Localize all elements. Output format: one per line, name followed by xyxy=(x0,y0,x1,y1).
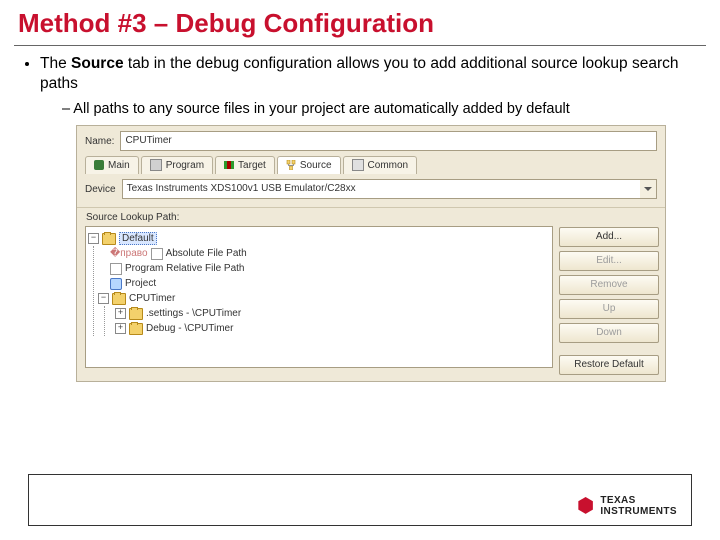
tab-program[interactable]: Program xyxy=(141,156,213,174)
tab-bar: Main Program Target Source Common xyxy=(77,156,665,174)
footer-box: ⬢ TEXAS INSTRUMENTS xyxy=(28,474,692,526)
tree-node-rel[interactable]: Program Relative File Path xyxy=(94,261,550,276)
lookup-path-label: Source Lookup Path: xyxy=(85,212,553,226)
tree-node-abs[interactable]: �право Absolute File Path xyxy=(94,246,550,261)
remove-button[interactable]: Remove xyxy=(559,275,659,295)
restore-default-button[interactable]: Restore Default xyxy=(559,355,659,375)
chevron-down-icon[interactable] xyxy=(640,179,657,199)
tree-node-project[interactable]: Project xyxy=(94,276,550,291)
expander-icon[interactable]: − xyxy=(98,293,109,304)
name-label: Name: xyxy=(85,136,114,147)
tab-common-label: Common xyxy=(368,160,409,171)
common-icon xyxy=(352,159,364,171)
folder-icon xyxy=(129,323,143,335)
tab-target-label: Target xyxy=(238,160,266,171)
folder-icon xyxy=(112,293,126,305)
expander-icon[interactable]: + xyxy=(115,323,126,334)
tab-target[interactable]: Target xyxy=(215,156,275,174)
folder-icon xyxy=(102,233,116,245)
bullet1-pre: The xyxy=(40,55,71,72)
expander-icon[interactable]: − xyxy=(88,233,99,244)
ti-brand-1: TEXAS xyxy=(600,495,677,506)
main-icon xyxy=(94,160,104,170)
bullet1-bold: Source xyxy=(71,55,124,72)
add-button[interactable]: Add... xyxy=(559,227,659,247)
debug-config-dialog: Name: CPUTimer Main Program Target Sourc… xyxy=(76,125,666,382)
tab-source-label: Source xyxy=(300,160,332,171)
edit-button[interactable]: Edit... xyxy=(559,251,659,271)
source-lookup-tree[interactable]: − Default �право Absolute File Path Prog… xyxy=(85,226,553,368)
expander-icon[interactable]: + xyxy=(115,308,126,319)
title-rule xyxy=(14,45,706,46)
tree-node-cputimer[interactable]: − CPUTimer xyxy=(94,291,550,306)
tab-main-label: Main xyxy=(108,160,130,171)
up-button[interactable]: Up xyxy=(559,299,659,319)
tree-label-settings: .settings - \CPUTimer xyxy=(146,308,241,319)
device-label: Device xyxy=(85,184,116,195)
tree-label-cputimer: CPUTimer xyxy=(129,293,175,304)
device-value: Texas Instruments XDS100v1 USB Emulator/… xyxy=(122,179,640,199)
ti-brand-2: INSTRUMENTS xyxy=(600,506,677,517)
tab-main[interactable]: Main xyxy=(85,156,139,174)
source-icon xyxy=(286,160,296,170)
button-column: Add... Edit... Remove Up Down Restore De… xyxy=(559,212,659,375)
tree-node-settings[interactable]: + .settings - \CPUTimer xyxy=(105,306,550,321)
tree-label-default: Default xyxy=(119,232,157,245)
program-icon xyxy=(150,159,162,171)
tree-label-project: Project xyxy=(125,278,156,289)
tree-node-debug[interactable]: + Debug - \CPUTimer xyxy=(105,321,550,336)
tab-source[interactable]: Source xyxy=(277,156,341,174)
down-button[interactable]: Down xyxy=(559,323,659,343)
tree-label-debug: Debug - \CPUTimer xyxy=(146,323,233,334)
tree-label-rel: Program Relative File Path xyxy=(125,263,245,274)
file-icon xyxy=(110,263,122,275)
tab-common[interactable]: Common xyxy=(343,156,418,174)
tree-label-abs: Absolute File Path xyxy=(166,248,247,259)
target-icon xyxy=(224,161,234,169)
tree-node-default[interactable]: − Default xyxy=(88,231,550,246)
name-input[interactable]: CPUTimer xyxy=(120,131,657,151)
ti-chip-icon: ⬢ xyxy=(577,499,594,513)
slide-title: Method #3 – Debug Configuration xyxy=(0,0,720,43)
bullet1-post: tab in the debug configuration allows yo… xyxy=(40,55,679,92)
bullet-level2: All paths to any source files in your pr… xyxy=(62,100,690,119)
project-icon xyxy=(110,278,122,290)
folder-icon xyxy=(129,308,143,320)
device-combo[interactable]: Texas Instruments XDS100v1 USB Emulator/… xyxy=(122,179,657,199)
file-icon xyxy=(151,248,163,260)
ti-logo: ⬢ TEXAS INSTRUMENTS xyxy=(577,495,677,517)
tab-program-label: Program xyxy=(166,160,204,171)
bullet-level1: The Source tab in the debug configuratio… xyxy=(40,54,720,119)
